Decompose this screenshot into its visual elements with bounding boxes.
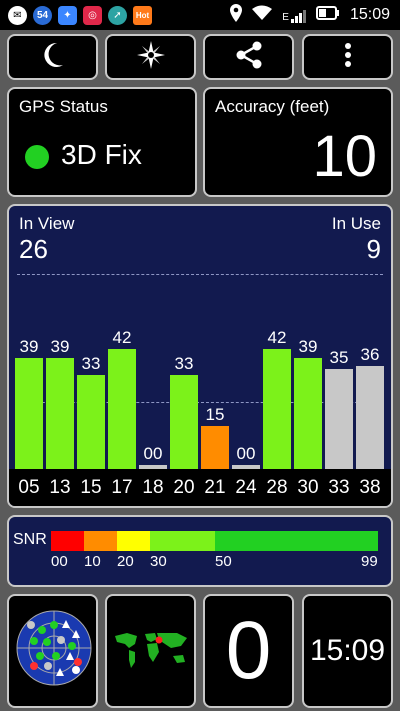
location-icon (230, 3, 243, 27)
prn-label-18: 18 (142, 477, 164, 498)
snr-segment (51, 531, 84, 551)
snr-bar-33 (325, 369, 353, 469)
snr-value-38: 36 (360, 345, 380, 365)
snr-value-30: 39 (298, 336, 318, 356)
snr-bar-chart: 39 39 33 42 00 33 15 00 42 39 35 36 (9, 206, 391, 469)
snr-tick-label: 20 (117, 553, 134, 570)
wifi-icon (252, 5, 273, 26)
night-mode-button[interactable] (7, 34, 98, 80)
prn-label-21: 21 (204, 477, 226, 498)
status-time: 15:09 (349, 6, 390, 23)
prn-label-15: 15 (80, 477, 102, 498)
snr-segment (150, 531, 215, 551)
snr-segment (215, 531, 378, 551)
clock-value: 15:09 (309, 634, 386, 667)
snr-tick-label: 00 (51, 553, 68, 570)
email-notification-icon: ✉ (8, 5, 27, 25)
badge-icon: 54 (33, 5, 52, 25)
hot-app-icon: Hot (133, 5, 152, 25)
snr-bar-05 (15, 357, 43, 469)
snr-value-20: 33 (174, 353, 194, 373)
prn-label-24: 24 (235, 477, 257, 498)
prn-label-17: 17 (111, 477, 133, 498)
prn-label-28: 28 (266, 477, 288, 498)
gps-fix-value: 3D Fix (61, 139, 142, 170)
snr-value-05: 39 (19, 336, 39, 356)
snr-value-17: 42 (112, 328, 132, 347)
gps-status-panel: GPS Status 3D Fix (7, 87, 197, 197)
prn-label-05: 05 (18, 477, 40, 498)
clock-panel: 15:09 (302, 594, 393, 708)
news-icon: ◎ (83, 5, 102, 25)
snr-bar-13 (46, 357, 74, 469)
moon-icon (41, 41, 65, 74)
accuracy-value: 10 (312, 124, 377, 189)
snr-value-28: 42 (267, 328, 287, 347)
prn-label-33: 33 (328, 477, 350, 498)
prn-labels: 05 13 15 17 18 20 21 24 28 30 33 38 (9, 469, 391, 506)
snr-tick-label: 99 (361, 553, 378, 570)
snr-scale: 00 10 20 30 50 99 (9, 517, 391, 585)
snr-legend-panel: SNR 00 10 20 30 50 99 (7, 515, 393, 587)
snr-bar-28 (263, 349, 291, 469)
accuracy-title: Accuracy (feet) (215, 97, 330, 116)
speed-value: 0 (225, 605, 272, 696)
share-button[interactable] (203, 34, 294, 80)
speed-panel: 0 (203, 594, 294, 708)
snr-tick-label: 30 (150, 553, 167, 570)
badge-count: 54 (36, 9, 49, 21)
snr-bar-20 (170, 374, 198, 469)
menu-button[interactable] (302, 34, 393, 80)
sky-radar-panel[interactable] (7, 594, 98, 708)
navigation-app-icon: ➚ (108, 5, 127, 25)
satellite-panel: In View 26 In Use 9 39 39 33 42 00 33 15 00 42 39… (7, 204, 393, 508)
snr-bar-15 (77, 374, 105, 469)
snr-tick-label: 10 (84, 553, 101, 570)
more-vert-icon (344, 42, 352, 73)
status-bar: ✉ 54 ✦ ◎ ➚ Hot E 15:09 (0, 0, 400, 30)
share-icon (235, 41, 263, 74)
snr-value-33: 35 (329, 348, 349, 367)
world-map-icon (113, 630, 189, 675)
signal-icon: E (282, 7, 306, 23)
snr-bar-17 (108, 349, 136, 469)
network-type: E (282, 12, 289, 23)
snr-tick-label: 50 (215, 553, 232, 570)
world-map-panel[interactable] (105, 594, 196, 708)
compass-button[interactable] (105, 34, 196, 80)
snr-value-18: 00 (143, 444, 163, 463)
compass-icon (136, 40, 165, 74)
prn-label-30: 30 (297, 477, 319, 498)
snr-value-13: 39 (50, 336, 70, 356)
prn-label-38: 38 (359, 477, 381, 498)
snr-segment (84, 531, 117, 551)
accuracy-panel: Accuracy (feet) 10 (203, 87, 393, 197)
hot-label: Hot (135, 10, 150, 20)
snr-value-21: 15 (205, 405, 225, 425)
snr-bar-30 (294, 357, 322, 469)
fix-indicator-icon (25, 145, 49, 169)
gps-status-title: GPS Status (19, 97, 108, 116)
app-icon: ✦ (58, 5, 77, 25)
sky-radar-icon (14, 608, 94, 693)
snr-value-24: 00 (236, 444, 256, 463)
prn-label-20: 20 (173, 477, 195, 498)
snr-segment (117, 531, 150, 551)
snr-bar-21 (201, 426, 229, 469)
snr-bar-38 (356, 366, 384, 469)
snr-value-15: 33 (81, 353, 101, 373)
prn-label-13: 13 (49, 477, 71, 498)
battery-icon (315, 5, 340, 25)
